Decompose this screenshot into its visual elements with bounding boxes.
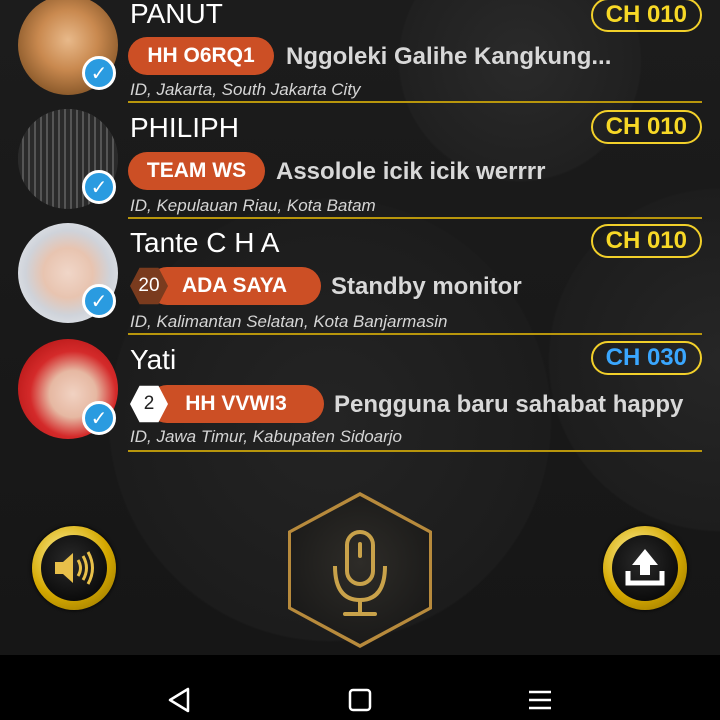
menu-lines-icon[interactable] — [526, 686, 554, 714]
user-name: Yati — [130, 344, 177, 375]
user-name: PANUT — [130, 0, 223, 29]
status-text: Pengguna baru sahabat happy — [334, 391, 684, 418]
channel-badge: CH 010 — [590, 0, 702, 32]
user-tag: HH VVWI3 — [148, 385, 324, 423]
speaker-icon — [55, 551, 94, 585]
verified-badge-icon: ✓ — [82, 401, 116, 435]
channel-badge: CH 010 — [590, 224, 702, 258]
location-text: ID, Kepulauan Riau, Kota Batam — [130, 196, 376, 215]
status-text: Standby monitor — [331, 273, 522, 300]
user-tag: HH O6RQ1 — [128, 37, 274, 75]
upload-button[interactable] — [603, 526, 687, 610]
user-name: Tante C H A — [130, 227, 280, 258]
location-text: ID, Kalimantan Selatan, Kota Banjarmasin — [130, 312, 448, 331]
row-divider — [128, 101, 702, 103]
list-item[interactable]: ✓ Yati CH 030 HH VVWI3 2 Pengguna baru s… — [0, 337, 720, 452]
list-item[interactable]: ✓ PHILIPH CH 010 TEAM WS Assolole icik i… — [0, 104, 720, 219]
row-divider — [128, 333, 702, 335]
status-text: Assolole icik icik werrrr — [276, 158, 546, 185]
channel-badge: CH 030 — [590, 341, 702, 375]
verified-badge-icon: ✓ — [82, 284, 116, 318]
home-square-icon[interactable] — [347, 686, 373, 714]
user-tag: ADA SAYA — [148, 267, 321, 305]
speaker-button[interactable] — [32, 526, 116, 610]
user-name: PHILIPH — [130, 112, 239, 143]
channel-badge: CH 010 — [590, 110, 702, 144]
verified-badge-icon: ✓ — [82, 170, 116, 204]
location-text: ID, Jakarta, South Jakarta City — [130, 80, 361, 99]
back-triangle-icon[interactable] — [166, 686, 194, 714]
verified-badge-icon: ✓ — [82, 56, 116, 90]
user-tag: TEAM WS — [128, 152, 265, 190]
upload-icon — [625, 549, 665, 586]
row-divider — [128, 217, 702, 219]
location-text: ID, Jawa Timur, Kabupaten Sidoarjo — [130, 427, 402, 446]
row-divider — [128, 450, 702, 452]
list-item[interactable]: ✓ Tante C H A CH 010 ADA SAYA 20 Standby… — [0, 220, 720, 335]
status-text: Nggoleki Galihe Kangkung... — [286, 43, 612, 70]
list-item[interactable]: ✓ PANUT CH 010 HH O6RQ1 Nggoleki Galihe … — [0, 0, 720, 103]
